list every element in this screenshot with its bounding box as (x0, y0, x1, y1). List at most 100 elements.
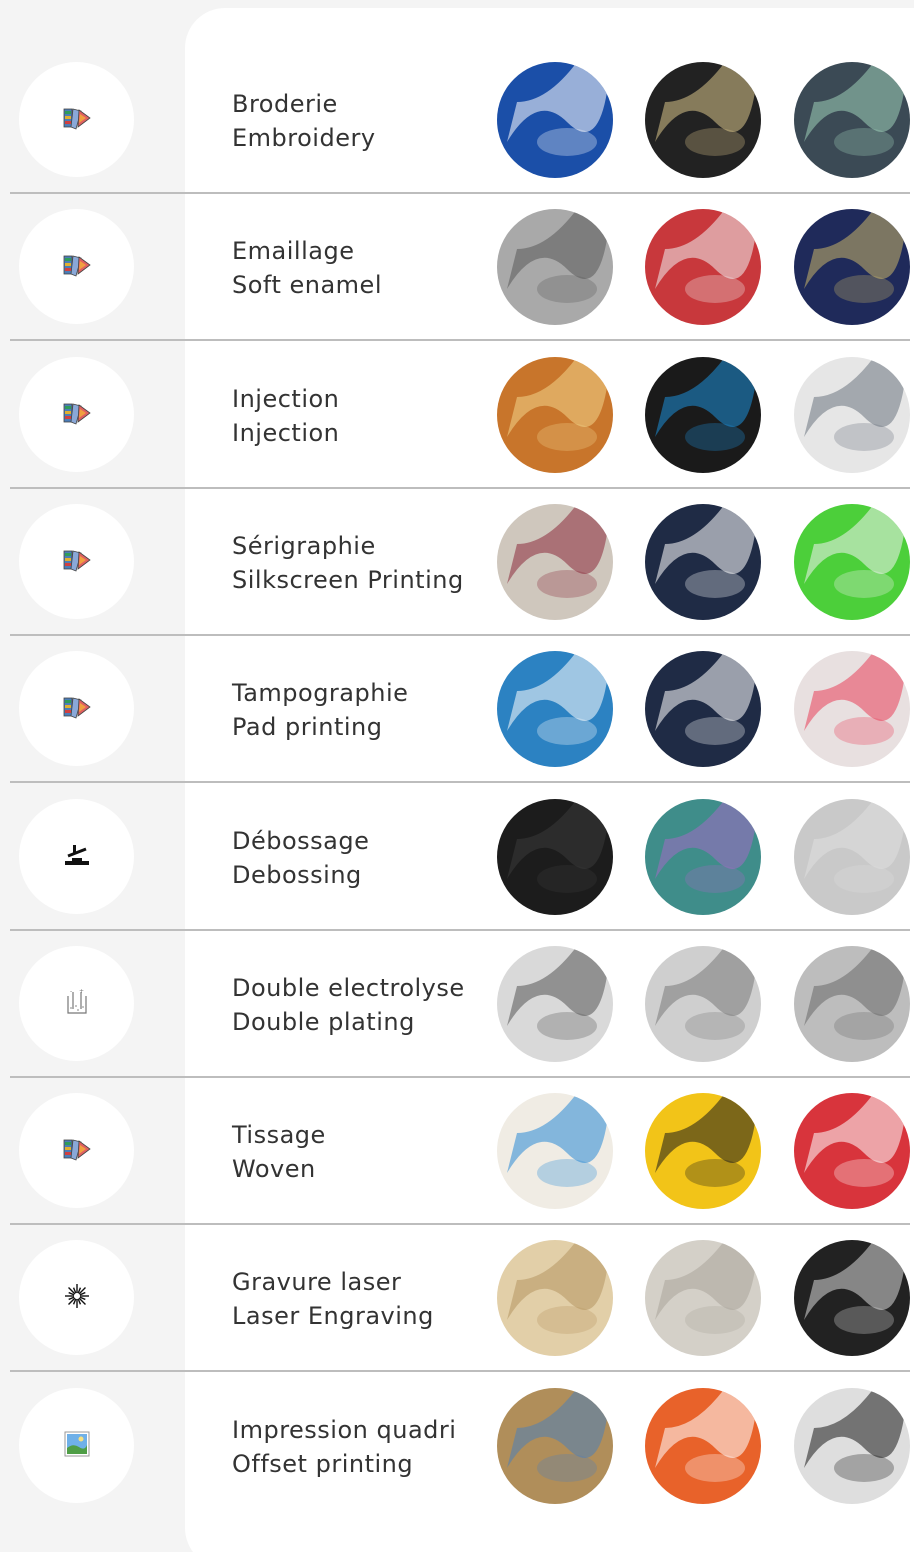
sample-photo[interactable] (497, 1093, 613, 1209)
technique-icon-circle (19, 62, 134, 177)
technique-name-fr: Sérigraphie (232, 532, 376, 560)
technique-label: Tampographie Pad printing (232, 676, 408, 744)
technique-label: Débossage Debossing (232, 824, 369, 892)
sample-photo[interactable] (794, 946, 910, 1062)
sample-photo[interactable] (794, 651, 910, 767)
sample-photo-image (497, 209, 613, 325)
sample-photo[interactable] (645, 651, 761, 767)
debossing-press-icon (62, 842, 92, 872)
sample-photo[interactable] (497, 651, 613, 767)
sample-photo[interactable] (497, 504, 613, 620)
technique-row[interactable]: Injection Injection (0, 310, 914, 473)
technique-name-fr: Impression quadri (232, 1416, 457, 1444)
sample-photo[interactable] (794, 209, 910, 325)
technique-label: Tissage Woven (232, 1118, 326, 1186)
sample-photo[interactable] (794, 799, 910, 915)
sample-photo[interactable] (794, 504, 910, 620)
technique-row[interactable]: Emaillage Soft enamel (0, 162, 914, 325)
sample-photo[interactable] (794, 1093, 910, 1209)
technique-name-en: Offset printing (232, 1450, 414, 1478)
sample-photo[interactable] (497, 62, 613, 178)
technique-label: Double electrolyse Double plating (232, 971, 465, 1039)
sample-photo[interactable] (497, 799, 613, 915)
sample-photo-image (497, 651, 613, 767)
sample-photo-image (645, 946, 761, 1062)
sample-photo[interactable] (645, 1388, 761, 1504)
sample-photo-image (645, 209, 761, 325)
sample-photo-image (794, 1093, 910, 1209)
sample-photo-image (497, 357, 613, 473)
sample-photo-image (645, 1093, 761, 1209)
sample-photo-image (794, 62, 910, 178)
technique-row[interactable]: - + Double electrolyse Double plating (0, 899, 914, 1062)
sample-photo[interactable] (645, 504, 761, 620)
photo-print-icon (63, 1430, 91, 1462)
technique-icon-circle (19, 1240, 134, 1355)
color-swatch-icon (62, 547, 92, 577)
technique-row[interactable]: Sérigraphie Silkscreen Printing (0, 457, 914, 620)
technique-name-fr: Emaillage (232, 237, 355, 265)
technique-row[interactable]: Tampographie Pad printing (0, 604, 914, 767)
sample-photo-image (645, 504, 761, 620)
sample-photo[interactable] (794, 357, 910, 473)
sample-photo[interactable] (645, 946, 761, 1062)
sample-photo-image (497, 1388, 613, 1504)
sample-photo-image (794, 504, 910, 620)
sample-photo[interactable] (497, 209, 613, 325)
technique-icon-circle: - + (19, 946, 134, 1061)
sample-photo[interactable] (497, 946, 613, 1062)
technique-icon-circle (19, 651, 134, 766)
sample-photo[interactable] (497, 1388, 613, 1504)
sample-photo-image (794, 357, 910, 473)
technique-label: Emaillage Soft enamel (232, 234, 382, 302)
technique-name-fr: Injection (232, 385, 340, 413)
sample-photo[interactable] (645, 62, 761, 178)
color-swatch-icon (62, 400, 92, 430)
technique-icon-circle (19, 504, 134, 619)
sample-photo[interactable] (794, 1240, 910, 1356)
svg-text:-: - (70, 988, 72, 995)
technique-label: Gravure laser Laser Engraving (232, 1265, 434, 1333)
sample-photo-image (794, 1240, 910, 1356)
sample-photo-image (645, 62, 761, 178)
technique-row[interactable]: Débossage Debossing (0, 752, 914, 915)
technique-name-en: Soft enamel (232, 271, 382, 299)
sample-photo[interactable] (645, 1240, 761, 1356)
technique-row[interactable]: Impression quadri Offset printing (0, 1341, 914, 1504)
sample-photo-image (645, 1388, 761, 1504)
sample-photo[interactable] (497, 1240, 613, 1356)
sample-photo-image (497, 1240, 613, 1356)
technique-row[interactable]: Tissage Woven (0, 1046, 914, 1209)
sample-photo-image (794, 209, 910, 325)
sample-photo[interactable] (794, 62, 910, 178)
sample-photo[interactable] (645, 357, 761, 473)
sample-photo-image (794, 651, 910, 767)
technique-name-en: Silkscreen Printing (232, 566, 464, 594)
color-swatch-icon (62, 252, 92, 282)
sample-photo[interactable] (497, 357, 613, 473)
sample-photo-image (497, 62, 613, 178)
technique-row[interactable]: Broderie Embroidery (0, 15, 914, 178)
technique-name-en: Pad printing (232, 713, 383, 741)
technique-icon-circle (19, 209, 134, 324)
sample-photo[interactable] (645, 209, 761, 325)
sample-photo[interactable] (645, 799, 761, 915)
technique-row[interactable]: Gravure laser Laser Engraving (0, 1193, 914, 1356)
technique-label: Sérigraphie Silkscreen Printing (232, 529, 464, 597)
technique-icon-circle (19, 357, 134, 472)
electrolysis-beaker-icon: - + (64, 988, 90, 1020)
color-swatch-icon (62, 105, 92, 135)
sample-photo[interactable] (794, 1388, 910, 1504)
sample-photo-image (794, 799, 910, 915)
technique-icon-circle (19, 799, 134, 914)
technique-name-fr: Broderie (232, 90, 338, 118)
technique-name-en: Laser Engraving (232, 1302, 434, 1330)
technique-name-en: Woven (232, 1155, 316, 1183)
technique-name-en: Double plating (232, 1008, 415, 1036)
sample-photo-image (645, 1240, 761, 1356)
sample-photo[interactable] (645, 1093, 761, 1209)
sample-photo-image (497, 946, 613, 1062)
sample-photo-image (497, 1093, 613, 1209)
sample-photo-image (794, 946, 910, 1062)
sample-photo-image (497, 504, 613, 620)
